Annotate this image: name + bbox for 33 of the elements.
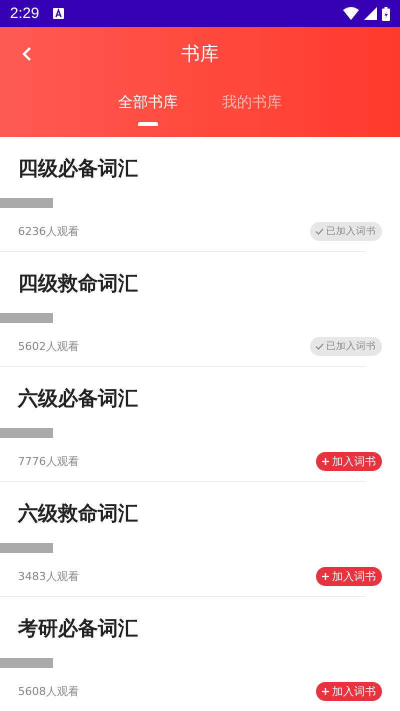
check-icon xyxy=(315,342,324,351)
book-title: 六级必备词汇 xyxy=(18,385,139,412)
check-icon xyxy=(315,227,324,236)
view-count: 6236人观看 xyxy=(18,224,79,239)
notification-icon xyxy=(53,8,64,19)
plus-icon xyxy=(321,572,330,581)
wifi-icon xyxy=(343,7,359,20)
view-count: 7776人观看 xyxy=(18,454,79,469)
view-count: 5602人观看 xyxy=(18,339,79,354)
view-count: 5608人观看 xyxy=(18,684,79,699)
battery-icon xyxy=(382,6,390,20)
add-to-wordbook-button[interactable]: 已加入词书 xyxy=(310,337,382,356)
placeholder-bar xyxy=(0,543,53,553)
signal-icon xyxy=(364,7,377,20)
plus-icon xyxy=(321,687,330,696)
page-title: 书库 xyxy=(181,42,219,67)
add-to-wordbook-button[interactable]: 加入词书 xyxy=(316,452,382,471)
add-to-wordbook-button[interactable]: 加入词书 xyxy=(316,682,382,701)
placeholder-bar xyxy=(0,428,53,438)
placeholder-bar xyxy=(0,658,53,668)
book-title: 四级救命词汇 xyxy=(18,270,139,297)
book-title: 六级救命词汇 xyxy=(18,500,139,527)
book-title: 考研必备词汇 xyxy=(18,615,139,642)
plus-icon xyxy=(321,457,330,466)
book-title: 四级必备词汇 xyxy=(18,155,139,182)
tab[interactable]: 我的书库 xyxy=(222,85,282,126)
add-to-wordbook-button[interactable]: 加入词书 xyxy=(316,567,382,586)
status-time: 2:29 xyxy=(10,5,40,22)
view-count: 3483人观看 xyxy=(18,569,79,584)
placeholder-bar xyxy=(0,198,53,208)
tab[interactable]: 全部书库 xyxy=(118,85,178,126)
add-to-wordbook-button[interactable]: 已加入词书 xyxy=(310,222,382,241)
placeholder-bar xyxy=(0,313,53,323)
